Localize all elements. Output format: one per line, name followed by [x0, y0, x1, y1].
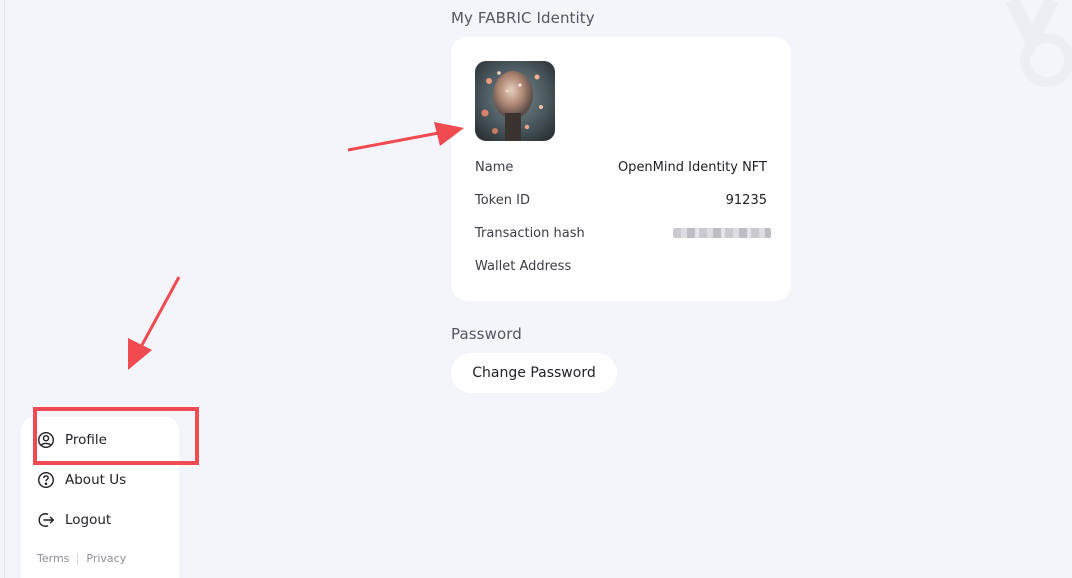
- footer-divider: [77, 552, 79, 565]
- sidebar-edge: [4, 0, 5, 578]
- nft-avatar-image: [475, 61, 555, 141]
- info-row-transaction-hash: Transaction hash: [475, 223, 771, 243]
- token-id-value: 91235: [725, 192, 767, 208]
- transaction-hash-label: Transaction hash: [475, 225, 585, 241]
- user-circle-icon: [37, 431, 55, 449]
- change-password-button[interactable]: Change Password: [451, 353, 617, 393]
- terms-link[interactable]: Terms: [37, 552, 69, 565]
- token-id-label: Token ID: [475, 192, 530, 208]
- name-label: Name: [475, 159, 514, 175]
- logout-icon: [37, 511, 55, 529]
- menu-item-label: Profile: [65, 432, 107, 448]
- info-row-wallet-address: Wallet Address: [475, 256, 767, 276]
- info-row-token-id: Token ID 91235: [475, 190, 767, 210]
- background-decoration: [1005, 0, 1072, 87]
- annotation-arrow-to-profile: [128, 276, 181, 370]
- menu-item-logout[interactable]: Logout: [37, 508, 111, 532]
- profile-page: My FABRIC Identity Name OpenMind Identit…: [0, 0, 1072, 578]
- identity-card: Name OpenMind Identity NFT Token ID 9123…: [451, 37, 791, 301]
- question-circle-icon: [37, 471, 55, 489]
- password-section-title: Password: [451, 325, 522, 343]
- menu-item-label: About Us: [65, 472, 127, 488]
- menu-footer: Terms Privacy: [37, 552, 126, 565]
- menu-item-about-us[interactable]: About Us: [37, 468, 126, 492]
- wallet-address-label: Wallet Address: [475, 258, 572, 274]
- annotation-arrow-to-image: [347, 122, 464, 152]
- menu-item-profile[interactable]: Profile: [37, 428, 107, 452]
- menu-item-label: Logout: [65, 512, 112, 528]
- name-value: OpenMind Identity NFT: [617, 159, 767, 175]
- privacy-link[interactable]: Privacy: [86, 552, 126, 565]
- account-menu: Profile About Us Logout Terms Privacy: [21, 417, 179, 578]
- info-row-name: Name OpenMind Identity NFT: [475, 157, 767, 177]
- identity-section-title: My FABRIC Identity: [451, 9, 595, 27]
- transaction-hash-value-redacted: [673, 228, 771, 238]
